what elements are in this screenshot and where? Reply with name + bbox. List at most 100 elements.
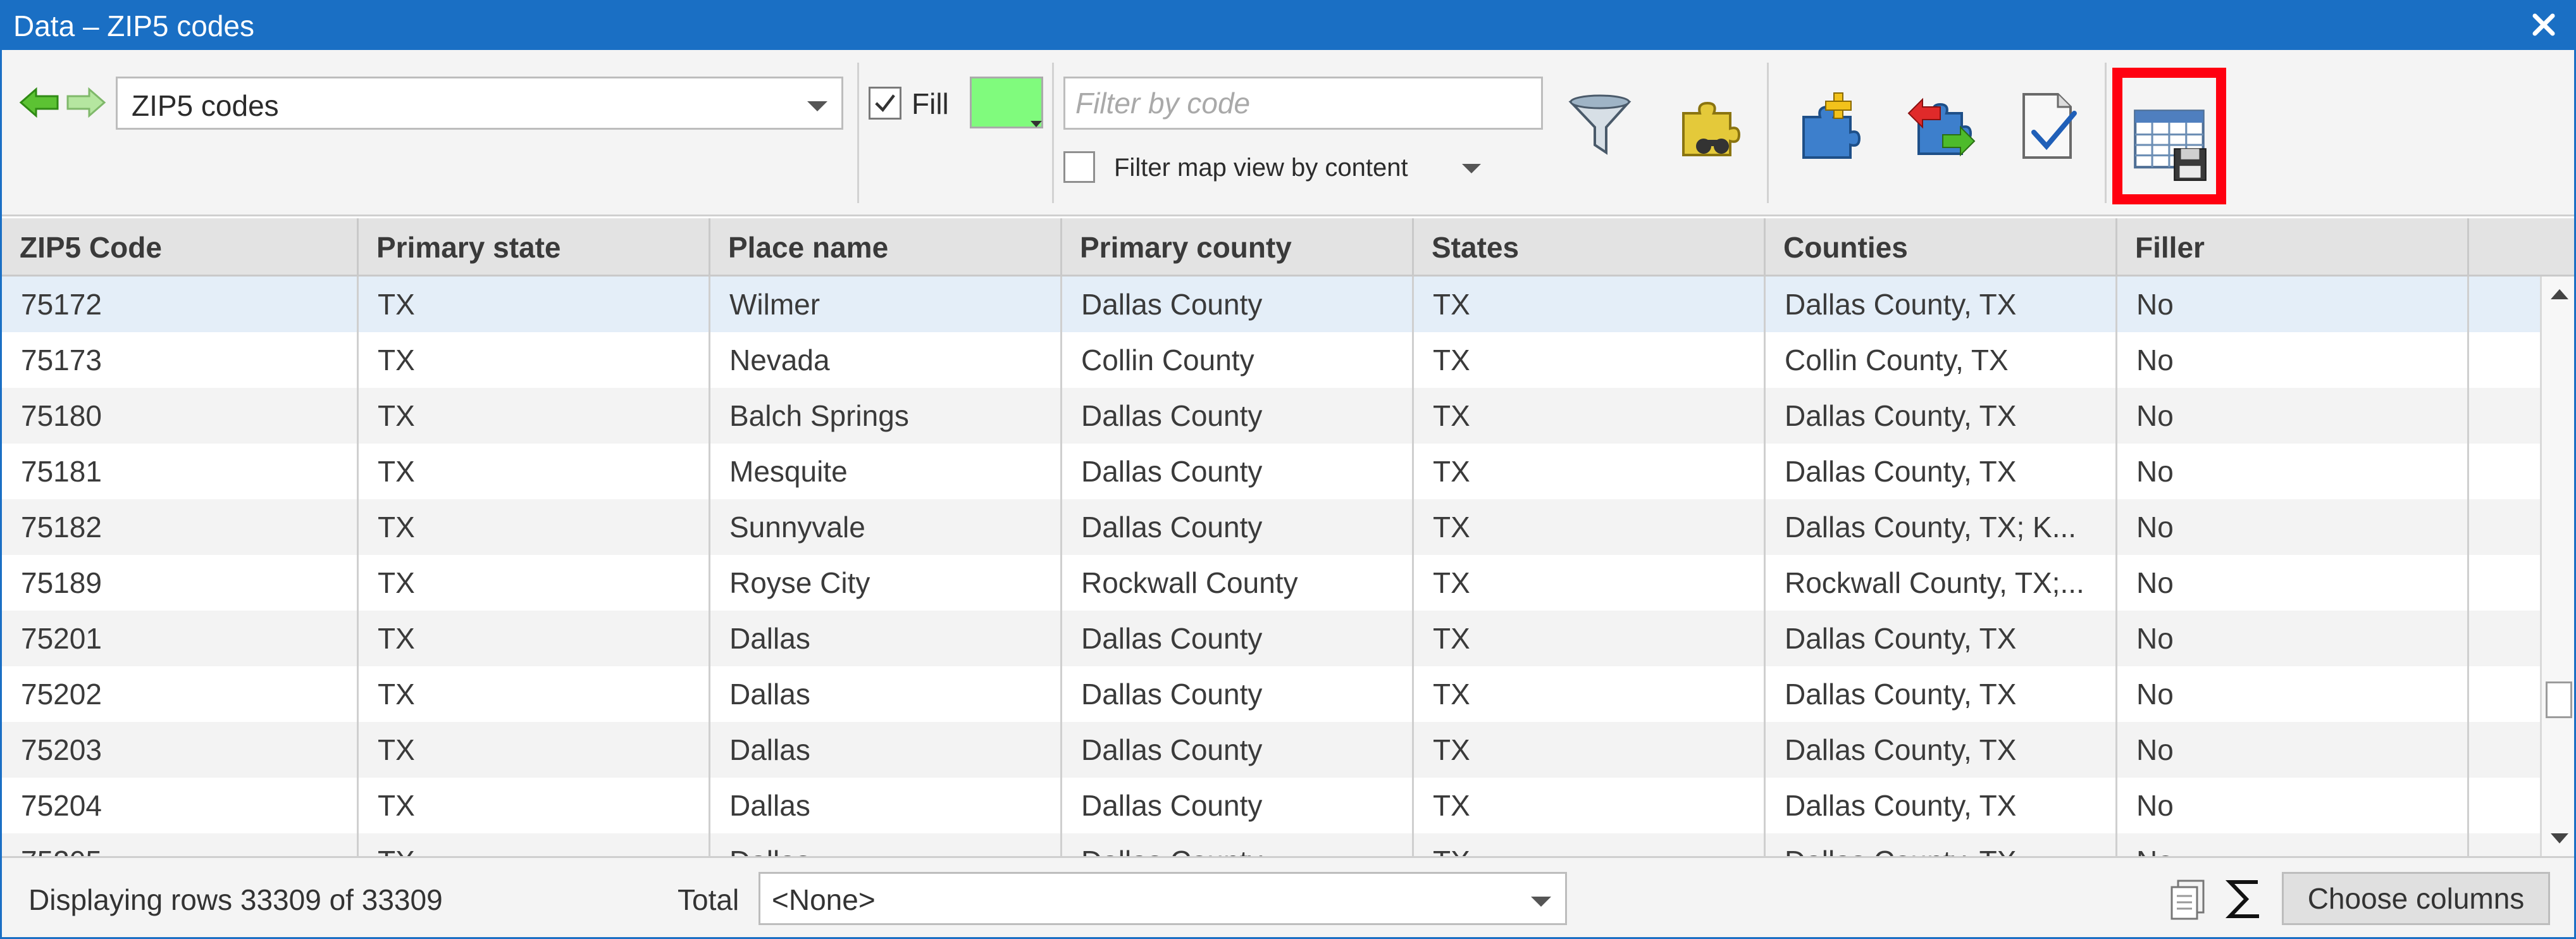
chevron-down-icon[interactable] (1462, 164, 1481, 173)
table-row[interactable]: 75181 TX Mesquite Dallas County TX Dallas Cou… (2, 444, 2540, 499)
fill-label: Fill (912, 87, 949, 120)
primary-county-cell: Dallas County (1062, 388, 1414, 444)
layer-dropdown-value: ZIP5 codes (132, 89, 279, 122)
scroll-down-icon[interactable] (2551, 833, 2568, 843)
states-cell: TX (1414, 388, 1766, 444)
choose-columns-button[interactable]: Choose columns (2282, 872, 2550, 925)
column-header-place-name[interactable]: Place name (710, 218, 1062, 277)
scroll-up-icon[interactable] (2551, 289, 2568, 299)
table-row[interactable]: 75180 TX Balch Springs Dallas County TX Dalla… (2, 388, 2540, 444)
place-name-cell: Royse City (710, 555, 1062, 611)
filler-cell: No (2117, 444, 2469, 499)
vertical-scrollbar[interactable] (2540, 277, 2574, 856)
filler-cell: No (2117, 722, 2469, 778)
document-check-icon[interactable] (2009, 88, 2084, 164)
empty-cell (2469, 611, 2540, 666)
filler-cell: No (2117, 666, 2469, 722)
column-header-zip5-code[interactable]: ZIP5 Code (2, 218, 359, 277)
filler-cell: No (2117, 611, 2469, 666)
toolbar-divider (1052, 63, 1054, 203)
zip5-code-cell: 75182 (2, 499, 359, 555)
counties-cell: Dallas County, TX (1766, 388, 2117, 444)
primary-county-cell: Collin County (1062, 332, 1414, 388)
place-name-cell: Dallas (710, 611, 1062, 666)
primary-state-cell: TX (359, 444, 710, 499)
column-header-empty (2469, 218, 2574, 277)
filter-map-view-checkbox[interactable] (1063, 151, 1095, 183)
column-header-counties[interactable]: Counties (1766, 218, 2117, 277)
place-name-cell: Dallas (710, 778, 1062, 833)
primary-county-cell: Dallas County (1062, 778, 1414, 833)
primary-state-cell: TX (359, 332, 710, 388)
primary-county-cell: Dallas County (1062, 833, 1414, 856)
states-cell: TX (1414, 444, 1766, 499)
table-row[interactable]: 75202 TX Dallas Dallas County TX Dallas Count… (2, 666, 2540, 722)
counties-cell: Dallas County, TX (1766, 611, 2117, 666)
empty-cell (2469, 332, 2540, 388)
zip5-code-cell: 75189 (2, 555, 359, 611)
row-count-status: Displaying rows 33309 of 33309 (28, 883, 443, 916)
layer-dropdown[interactable]: ZIP5 codes (116, 77, 843, 130)
counties-cell: Dallas County, TX (1766, 833, 2117, 856)
zip5-code-cell: 75203 (2, 722, 359, 778)
table-row[interactable]: 75182 TX Sunnyvale Dallas County TX Dallas Co… (2, 499, 2540, 555)
primary-county-cell: Dallas County (1062, 499, 1414, 555)
table-row[interactable]: 75189 TX Royse City Rockwall County TX Rockwa… (2, 555, 2540, 611)
states-cell: TX (1414, 499, 1766, 555)
zip5-code-cell: 75172 (2, 277, 359, 332)
place-name-cell: Balch Springs (710, 388, 1062, 444)
chevron-down-icon (807, 101, 827, 111)
primary-state-cell: TX (359, 833, 710, 856)
close-icon[interactable] (2527, 8, 2560, 41)
counties-cell: Collin County, TX (1766, 332, 2117, 388)
empty-cell (2469, 833, 2540, 856)
table-row[interactable]: 75172 TX Wilmer Dallas County TX Dallas Count… (2, 277, 2540, 332)
table-row[interactable]: 75173 TX Nevada Collin County TX Collin Count… (2, 332, 2540, 388)
copy-icon[interactable] (2168, 877, 2210, 921)
puzzle-exchange-icon[interactable] (1904, 88, 1979, 164)
title-bar[interactable]: Data – ZIP5 codes (2, 2, 2574, 50)
place-name-cell: Dallas (710, 722, 1062, 778)
arrow-right-icon[interactable] (65, 87, 107, 118)
empty-cell (2469, 722, 2540, 778)
table-row[interactable]: 75201 TX Dallas Dallas County TX Dallas Count… (2, 611, 2540, 666)
total-label: Total (678, 883, 740, 916)
column-header-states[interactable]: States (1414, 218, 1766, 277)
filter-by-code-input[interactable] (1063, 77, 1543, 130)
zip5-code-cell: 75173 (2, 332, 359, 388)
arrow-left-icon[interactable] (18, 87, 60, 118)
primary-state-cell: TX (359, 666, 710, 722)
zip5-code-cell: 75201 (2, 611, 359, 666)
primary-county-cell: Dallas County (1062, 611, 1414, 666)
table-row[interactable]: 75204 TX Dallas Dallas County TX Dallas Count… (2, 778, 2540, 833)
puzzle-binoculars-icon[interactable] (1672, 88, 1748, 164)
counties-cell: Dallas County, TX (1766, 722, 2117, 778)
primary-county-cell: Rockwall County (1062, 555, 1414, 611)
column-header-filler[interactable]: Filler (2117, 218, 2469, 277)
funnel-icon[interactable] (1562, 88, 1638, 164)
primary-county-cell: Dallas County (1062, 277, 1414, 332)
fill-checkbox[interactable] (869, 87, 901, 120)
chevron-down-icon (1531, 897, 1551, 907)
puzzle-plus-icon[interactable] (1795, 88, 1871, 164)
column-header-primary-county[interactable]: Primary county (1062, 218, 1414, 277)
filler-cell: No (2117, 778, 2469, 833)
filler-cell: No (2117, 388, 2469, 444)
table-row[interactable]: 75203 TX Dallas Dallas County TX Dallas Count… (2, 722, 2540, 778)
primary-county-cell: Dallas County (1062, 444, 1414, 499)
scroll-thumb[interactable] (2546, 681, 2572, 718)
counties-cell: Dallas County, TX (1766, 444, 2117, 499)
place-name-cell: Wilmer (710, 277, 1062, 332)
zip5-code-cell: 75204 (2, 778, 359, 833)
empty-cell (2469, 388, 2540, 444)
filler-cell: No (2117, 833, 2469, 856)
states-cell: TX (1414, 277, 1766, 332)
counties-cell: Dallas County, TX; K... (1766, 499, 2117, 555)
counties-cell: Rockwall County, TX;... (1766, 555, 2117, 611)
grid-header: ZIP5 Code Primary state Place name Prima… (2, 218, 2574, 277)
column-header-primary-state[interactable]: Primary state (359, 218, 710, 277)
total-dropdown[interactable]: <None> (759, 872, 1567, 925)
sigma-icon[interactable] (2224, 877, 2265, 921)
table-row[interactable]: 75205TXDallasDallas CountyTXDallas Count… (2, 833, 2540, 856)
filter-map-view-label: Filter map view by content (1114, 154, 1408, 182)
